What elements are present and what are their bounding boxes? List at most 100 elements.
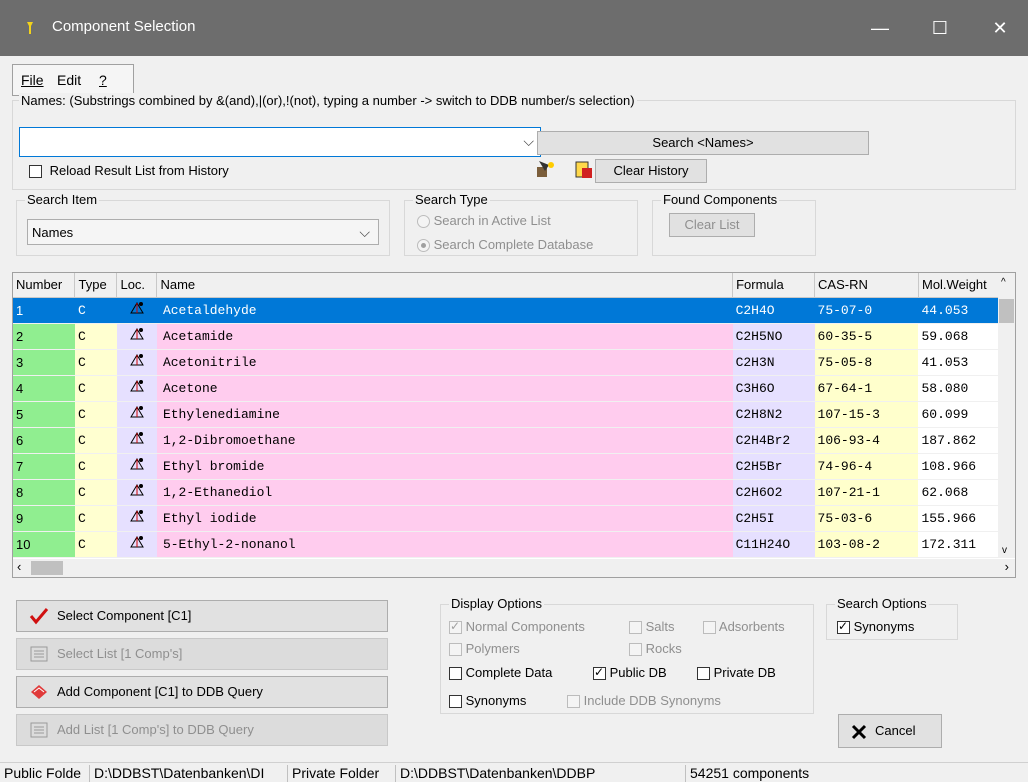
search-complete-radio[interactable]: Search Complete Database (417, 237, 593, 253)
found-components-group: Found Components Clear List (652, 192, 816, 256)
status-component-count: 54251 components (690, 765, 810, 781)
cell-formula: C2H5Br (732, 453, 815, 480)
search-type-label: Search Type (413, 192, 490, 207)
app-icon (27, 22, 33, 34)
cell-type: C (74, 531, 117, 558)
cell-type: C (74, 453, 117, 480)
cell-name: Acetone (156, 375, 733, 402)
names-label: Names: (Substrings combined by &(and),|(… (19, 93, 637, 108)
chevron-down-icon[interactable]: ⌵ (359, 224, 370, 241)
clear-list-button[interactable]: Clear List (669, 213, 755, 237)
col-name[interactable]: Name (156, 273, 734, 298)
vertical-scrollbar[interactable]: ^ v (998, 273, 1015, 558)
salts-option[interactable]: Salts (629, 619, 675, 635)
scroll-up-icon[interactable]: ^ (1001, 277, 1006, 288)
list-icon (30, 722, 48, 738)
cell-type: C (74, 323, 117, 350)
loc-icon (116, 531, 157, 558)
status-private-path: D:\DDBST\Datenbanken\DDBP (396, 765, 686, 782)
loc-icon (116, 375, 157, 402)
history-icon[interactable] (573, 159, 595, 181)
minimize-icon[interactable]: — (852, 0, 908, 56)
table-row[interactable]: 2 C Acetamide C2H5NO 60-35-5 59.068 (13, 323, 1015, 350)
cell-formula: C2H4O (732, 297, 815, 324)
cell-cas: 75-07-0 (814, 297, 919, 324)
search-names-button[interactable]: Search <Names> (537, 131, 869, 155)
chevron-down-icon[interactable]: ⌵ (523, 133, 534, 150)
table-row[interactable]: 6 C 1,2-Dibromoethane C2H4Br2 106-93-4 187.86… (13, 427, 1015, 454)
table-row[interactable]: 10 C 5-Ethyl-2-nonanol C11H24O 103-08-2 172.3… (13, 531, 1015, 558)
horizontal-scroll-thumb[interactable] (31, 561, 63, 575)
cell-cas: 107-21-1 (814, 479, 919, 506)
cell-formula: C2H5I (732, 505, 815, 532)
select-list-button[interactable]: Select List [1 Comp's] (16, 638, 388, 670)
search-item-group: Search Item Names ⌵ (16, 192, 390, 256)
complete-data-option[interactable]: Complete Data (449, 665, 552, 681)
table-row[interactable]: 8 C 1,2-Ethanediol C2H6O2 107-21-1 62.068 (13, 479, 1015, 506)
add-component-button[interactable]: Add Component [C1] to DDB Query (16, 676, 388, 708)
cell-name: Acetamide (156, 323, 733, 350)
search-item-select[interactable]: Names ⌵ (27, 219, 379, 245)
scroll-right-icon[interactable]: › (1005, 559, 1009, 574)
cell-cas: 107-15-3 (814, 401, 919, 428)
menu-edit[interactable]: Edit (57, 72, 81, 88)
display-options-group: Display Options Normal Components Salts … (440, 596, 814, 714)
window-title: Component Selection (52, 18, 196, 35)
cell-cas: 60-35-5 (814, 323, 919, 350)
table-row[interactable]: 5 C Ethylenediamine C2H8N2 107-15-3 60.099 (13, 401, 1015, 428)
names-input[interactable]: ⌵ (19, 127, 541, 157)
menu-file[interactable]: File (21, 72, 44, 88)
col-cas[interactable]: CAS-RN (814, 273, 919, 298)
loc-icon (116, 505, 157, 532)
horizontal-scrollbar[interactable]: ‹ › (13, 559, 1015, 577)
component-grid[interactable]: Number Type Loc. Name Formula CAS-RN Mol… (12, 272, 1016, 578)
list-icon (30, 646, 48, 662)
table-row[interactable]: 7 C Ethyl bromide C2H5Br 74-96-4 108.966 (13, 453, 1015, 480)
table-row[interactable]: 4 C Acetone C3H6O 67-64-1 58.080 (13, 375, 1015, 402)
normal-components-option[interactable]: Normal Components (449, 619, 585, 635)
cell-number: 4 (13, 375, 75, 402)
cell-formula: C2H6O2 (732, 479, 815, 506)
wizard-icon[interactable] (535, 159, 557, 181)
polymers-option[interactable]: Polymers (449, 641, 520, 657)
col-type[interactable]: Type (74, 273, 118, 298)
public-db-option[interactable]: Public DB (593, 665, 667, 681)
private-db-option[interactable]: Private DB (697, 665, 776, 681)
component-selection-window: Component Selection — ☐ ✕ File Edit ? Na… (0, 0, 1028, 782)
reload-checkbox-row[interactable]: Reload Result List from History (29, 163, 229, 179)
close-icon[interactable]: ✕ (972, 0, 1028, 56)
cell-type: C (74, 375, 117, 402)
synonyms-display-option[interactable]: Synonyms (449, 693, 526, 709)
table-row[interactable]: 3 C Acetonitrile C2H3N 75-05-8 41.053 (13, 349, 1015, 376)
cell-name: Acetonitrile (156, 349, 733, 376)
maximize-icon[interactable]: ☐ (912, 0, 968, 56)
scroll-left-icon[interactable]: ‹ (17, 559, 21, 574)
rocks-option[interactable]: Rocks (629, 641, 682, 657)
search-options-label: Search Options (835, 596, 929, 611)
table-row[interactable]: 9 C Ethyl iodide C2H5I 75-03-6 155.966 (13, 505, 1015, 532)
col-formula[interactable]: Formula (732, 273, 816, 298)
select-component-button[interactable]: Select Component [C1] (16, 600, 388, 632)
synonyms-search-option[interactable]: Synonyms (837, 619, 914, 635)
scroll-down-icon[interactable]: v (1002, 545, 1007, 556)
col-loc[interactable]: Loc. (116, 273, 158, 298)
cancel-button[interactable]: Cancel (838, 714, 942, 748)
vertical-scroll-thumb[interactable] (999, 299, 1014, 323)
add-list-button[interactable]: Add List [1 Comp's] to DDB Query (16, 714, 388, 746)
table-row[interactable]: 1 C Acetaldehyde C2H4O 75-07-0 44.053 (13, 297, 1015, 324)
cell-cas: 74-96-4 (814, 453, 919, 480)
cell-cas: 75-03-6 (814, 505, 919, 532)
search-item-label: Search Item (25, 192, 100, 207)
names-group: Names: (Substrings combined by &(and),|(… (12, 93, 1016, 190)
clear-history-button[interactable]: Clear History (595, 159, 707, 183)
cell-cas: 103-08-2 (814, 531, 919, 558)
search-active-radio[interactable]: Search in Active List (417, 213, 551, 229)
menu-help[interactable]: ? (99, 72, 107, 88)
loc-icon (116, 427, 157, 454)
col-number[interactable]: Number (13, 273, 76, 298)
status-public-label: Public Folde (0, 765, 90, 782)
include-ddb-synonyms-option[interactable]: Include DDB Synonyms (567, 693, 721, 709)
reload-checkbox[interactable] (29, 165, 42, 179)
cell-number: 1 (13, 297, 75, 324)
adsorbents-option[interactable]: Adsorbents (703, 619, 785, 635)
